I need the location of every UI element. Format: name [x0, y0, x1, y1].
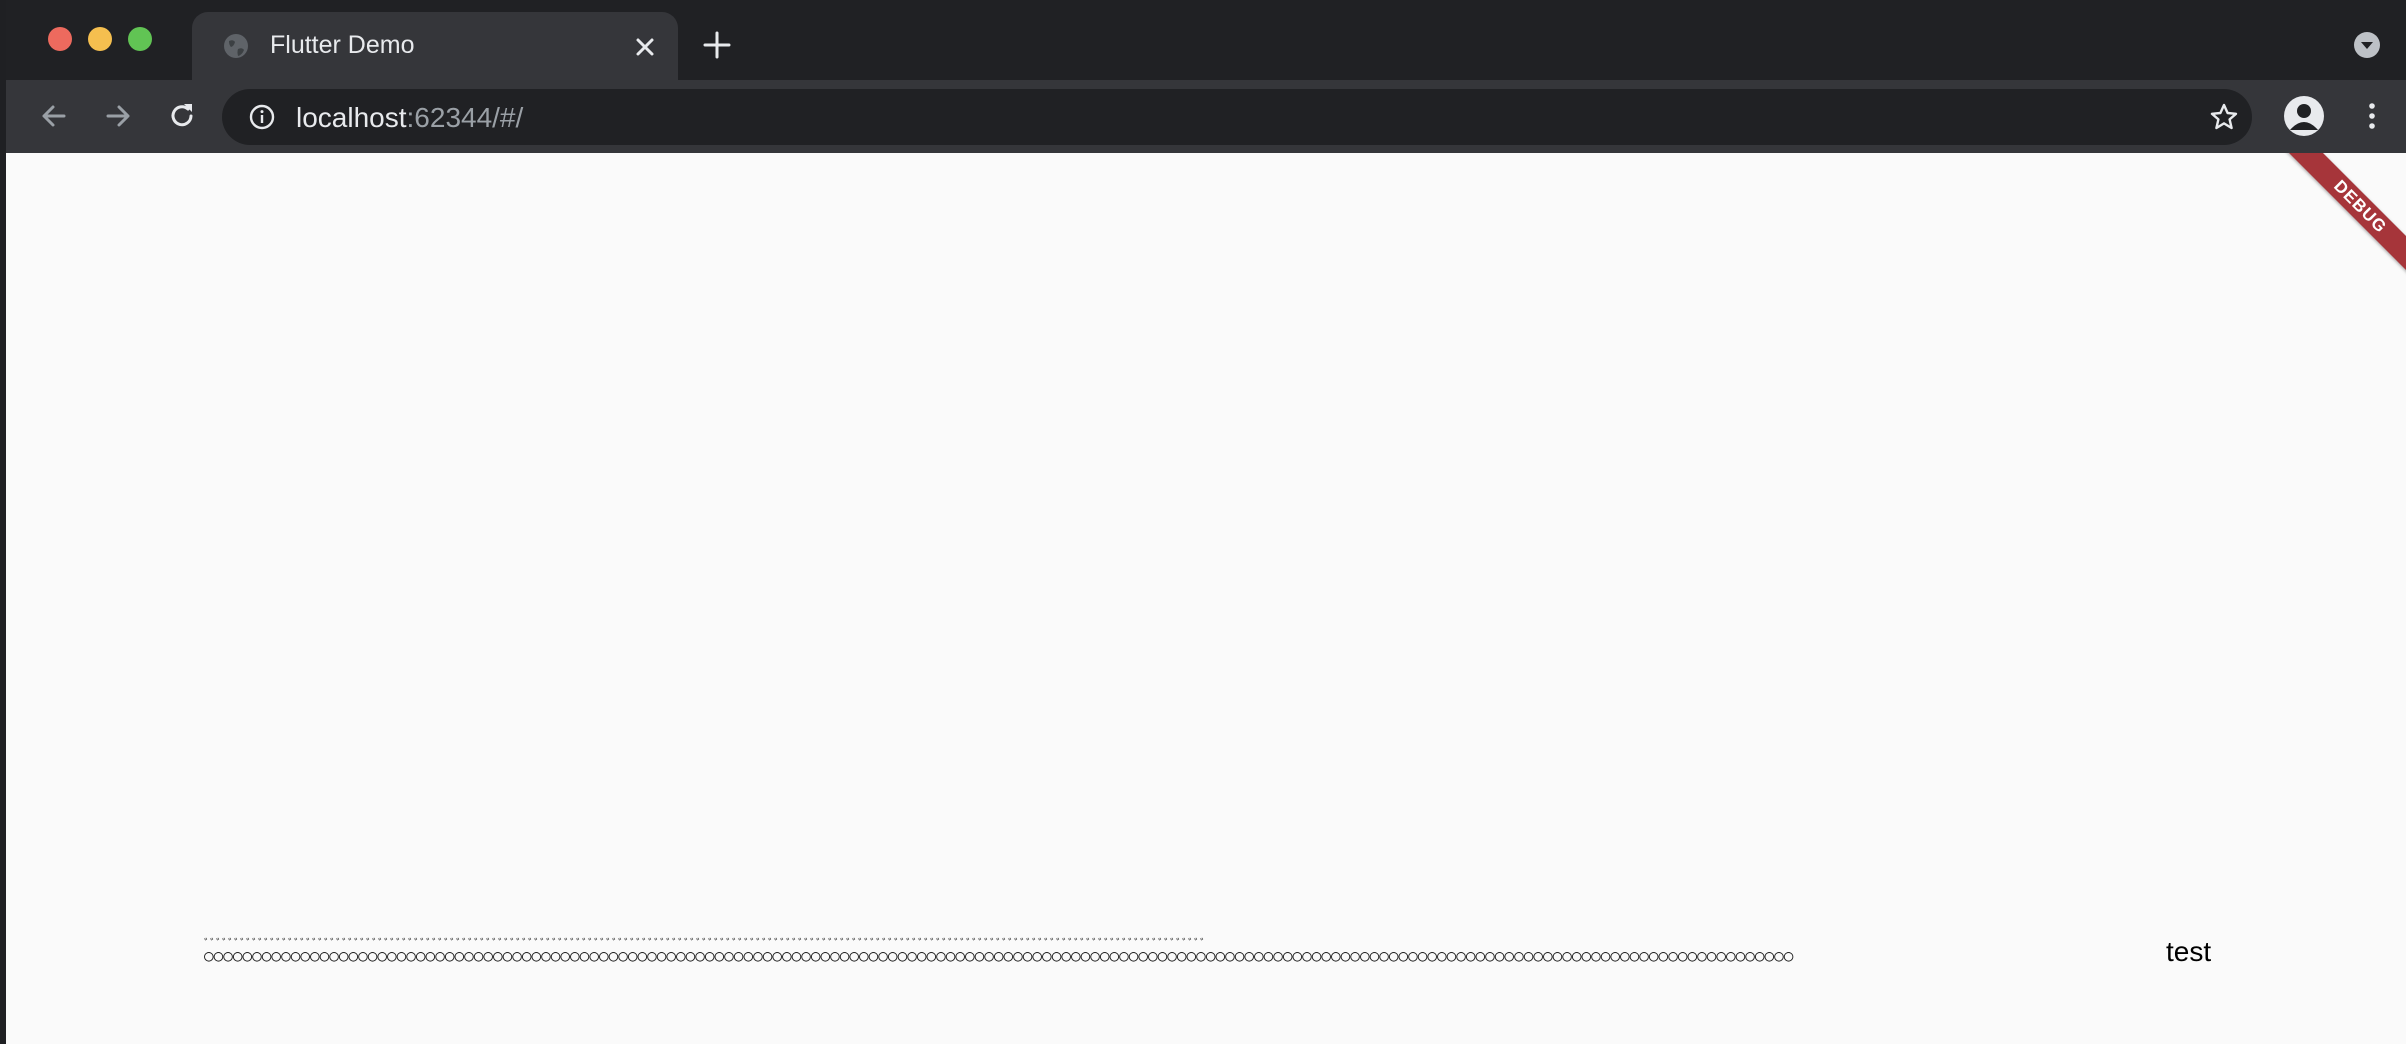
tab-flutter-demo[interactable]: Flutter Demo	[192, 12, 678, 80]
window-minimize-button[interactable]	[88, 27, 112, 51]
profile-avatar[interactable]	[2284, 96, 2324, 136]
forward-arrow-icon[interactable]	[100, 98, 136, 134]
info-icon[interactable]	[248, 103, 276, 131]
close-icon[interactable]	[630, 32, 660, 62]
tofu-glyph-run: ﾞﾞﾞﾞﾞﾞﾞﾞﾞﾞﾞﾞﾞﾞﾞﾞﾞﾞﾞﾞﾞﾞﾞﾞﾞﾞﾞﾞﾞﾞﾞﾞﾞﾞﾞﾞﾞﾞﾞﾞ…	[204, 932, 2164, 972]
test-label: test	[2166, 936, 2212, 967]
new-tab-plus-icon[interactable]	[700, 28, 734, 62]
bookmark-star-icon[interactable]	[2208, 101, 2240, 133]
tab-search-chevron-icon[interactable]	[2353, 31, 2381, 59]
debug-banner: DEBUG	[2280, 153, 2406, 287]
browser-window: Flutter Demo localhost:62344/#/ DEBUG ﾞﾞ…	[6, 0, 2406, 1044]
flutter-page-content: DEBUG ﾞﾞﾞﾞﾞﾞﾞﾞﾞﾞﾞﾞﾞﾞﾞﾞﾞﾞﾞﾞﾞﾞﾞﾞﾞﾞﾞﾞﾞﾞﾞﾞﾞﾞ…	[6, 153, 2406, 1044]
url-path: :62344/#/	[406, 102, 524, 133]
url-text: localhost:62344/#/	[296, 102, 523, 134]
back-arrow-icon[interactable]	[36, 98, 72, 134]
window-maximize-button[interactable]	[128, 27, 152, 51]
window-close-button[interactable]	[48, 27, 72, 51]
address-bar[interactable]: localhost:62344/#/	[222, 89, 2252, 145]
garbled-text-bottom: ○○○○○○○○○○○○○○○○○○○○○○○○○○○○○○○○○○○○○○○○…	[204, 946, 1794, 965]
browser-toolbar: localhost:62344/#/	[6, 80, 2406, 153]
reload-icon[interactable]	[164, 98, 200, 134]
more-vert-icon[interactable]	[2354, 98, 2390, 134]
url-host: localhost	[296, 102, 407, 133]
globe-icon	[224, 34, 248, 58]
person-icon	[2290, 104, 2318, 130]
tab-title: Flutter Demo	[270, 31, 415, 59]
tab-strip: Flutter Demo	[6, 0, 2406, 80]
